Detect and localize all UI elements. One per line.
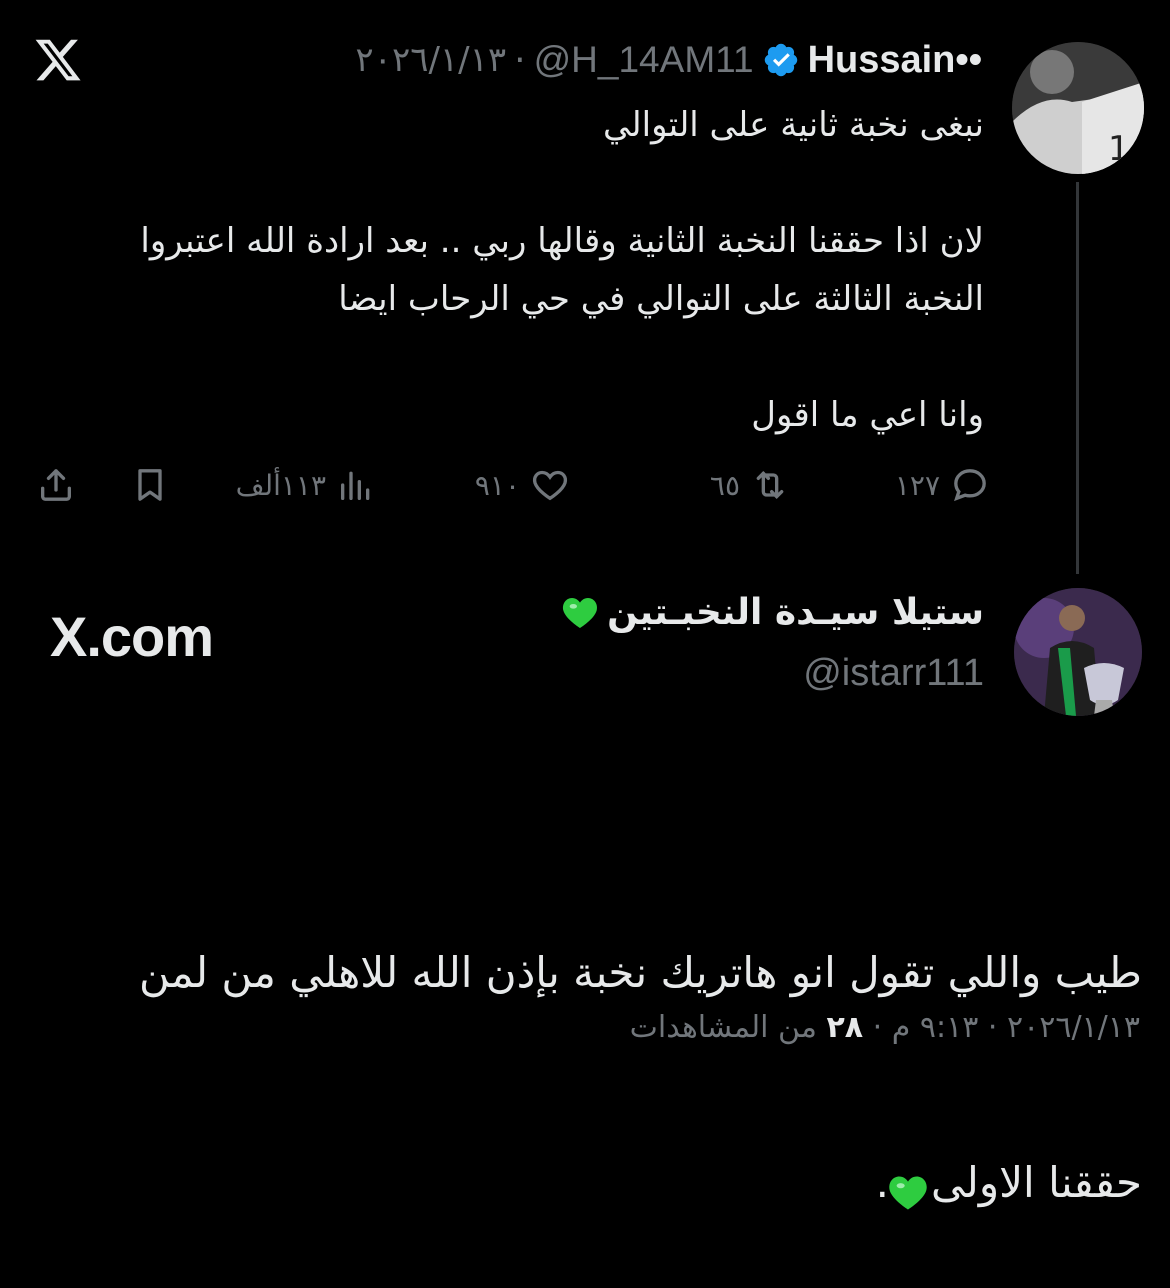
reply-meta: ٢٠٢٦/١/١٣ · ٩:١٣ م · ٢٨ من المشاهدات <box>630 1010 1140 1045</box>
verified-badge-icon <box>762 41 800 79</box>
jersey-number: 14 <box>1108 129 1144 169</box>
site-label: X.com <box>50 605 214 668</box>
reply-text-line-1: طيب واللي تقول انو هاتريك نخبة بإذن الله… <box>139 948 1142 997</box>
tweet-text: نبغى نخبة ثانية على التوالي لان اذا حققن… <box>140 105 984 435</box>
green-heart-icon <box>889 1166 931 1209</box>
author-handle[interactable]: @H_14AM11 <box>534 39 754 81</box>
bookmark-icon <box>138 469 162 501</box>
reply-icon <box>954 469 986 502</box>
tweet-date: ٢٠٢٦/١/١٣ <box>355 40 507 80</box>
reply-text-line-2-words: حققنا الاولى <box>931 1158 1142 1207</box>
share-button[interactable] <box>36 452 76 518</box>
views-label: من المشاهدات <box>629 1010 817 1045</box>
reply-date: ٢٠٢٦/١/١٣ <box>1006 1010 1140 1045</box>
reply-author-name[interactable]: ستيلا سيـدة النخبـتين <box>559 592 984 633</box>
reply-text-line-2: حققنا الاولى. <box>32 1148 1142 1218</box>
author-handle[interactable]: @istarr111 <box>803 652 984 695</box>
parent-tweet-header: ٢٠٢٦/١/١٣ · @H_14AM11 Hussain•• <box>355 36 982 84</box>
reply-button[interactable]: ١٢٧ <box>895 452 990 518</box>
x-logo-icon <box>33 35 83 85</box>
heart-icon <box>532 470 568 501</box>
separator: · <box>987 1010 998 1045</box>
views-button[interactable]: ١١٣ألف <box>236 452 376 518</box>
reply-count: ١٢٧ <box>894 468 940 502</box>
reply-time: ٩:١٣ م <box>891 1010 979 1045</box>
like-button[interactable]: ٩١٠ <box>475 452 570 518</box>
views-count: ١١٣ألف <box>235 468 326 502</box>
separator: · <box>872 1010 883 1045</box>
author-name[interactable]: Hussain•• <box>808 39 982 82</box>
bookmark-button[interactable] <box>130 452 170 518</box>
share-icon <box>41 469 72 501</box>
views-count: ٢٨ <box>826 1010 864 1045</box>
like-count: ٩١٠ <box>474 468 520 502</box>
separator: · <box>514 39 526 81</box>
retweet-count: ٦٥ <box>709 468 740 502</box>
retweet-icon <box>756 470 784 500</box>
thread-connector <box>1076 182 1079 574</box>
green-heart-icon <box>559 593 601 633</box>
author-name: ستيلا سيـدة النخبـتين <box>607 592 984 633</box>
tweet-action-bar: ١٢٧ ٦٥ ٩١٠ ١١٣ألف <box>30 452 990 518</box>
avatar[interactable] <box>1014 588 1142 716</box>
avatar[interactable]: 14 <box>1012 42 1144 174</box>
retweet-button[interactable]: ٦٥ <box>710 452 790 518</box>
analytics-icon <box>341 471 370 500</box>
